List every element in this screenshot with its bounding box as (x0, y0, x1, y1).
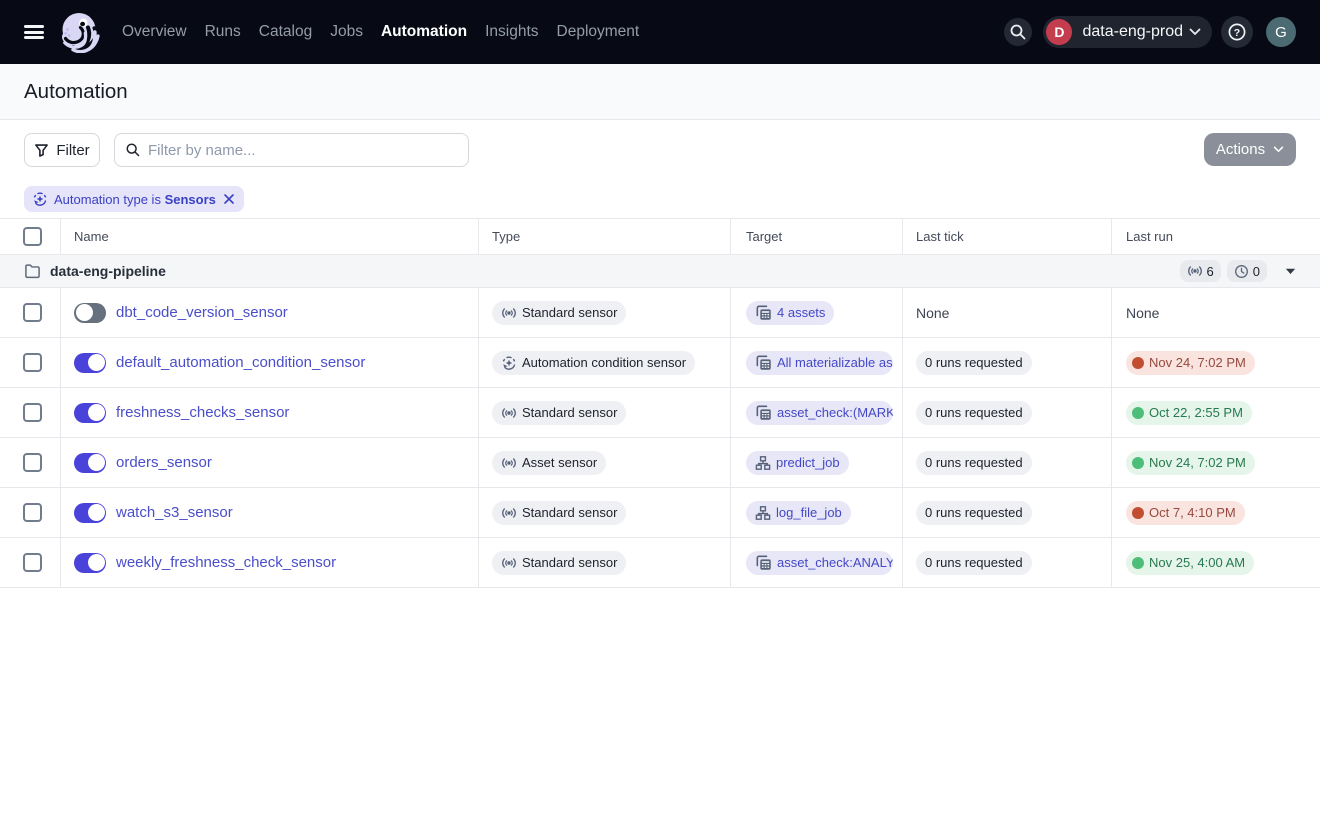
svg-text:?: ? (1234, 27, 1240, 39)
